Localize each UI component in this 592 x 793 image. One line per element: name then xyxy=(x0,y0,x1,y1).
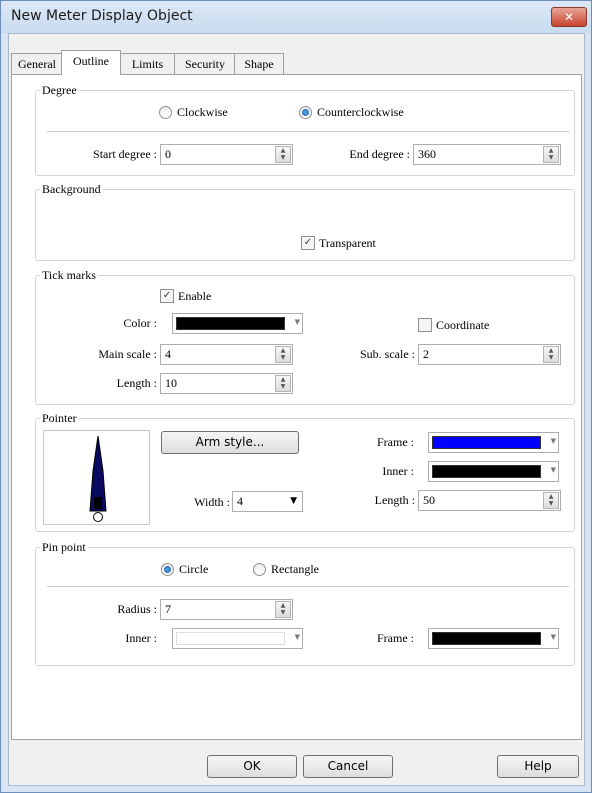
coordinate-label: Coordinate xyxy=(436,318,490,332)
chevron-down-icon: ▼ xyxy=(550,633,556,641)
pointer-length-spinner-icon[interactable]: ▲ ▼ xyxy=(543,492,559,509)
tick-color-swatch xyxy=(176,317,285,330)
enable-checkbox[interactable]: ✓ xyxy=(160,289,174,303)
pointer-needle-icon xyxy=(89,435,107,522)
counterclockwise-radio[interactable] xyxy=(299,106,312,119)
dialog-window: New Meter Display Object ✕ General Outli… xyxy=(0,0,592,793)
pin-radius-input[interactable]: 7 ▲ ▼ xyxy=(160,599,293,620)
pointer-length-input[interactable]: 50 ▲ ▼ xyxy=(418,490,561,511)
pointer-inner-color-picker[interactable]: ▼ xyxy=(428,461,559,482)
help-button[interactable]: Help xyxy=(497,755,579,778)
background-group xyxy=(35,189,575,261)
chevron-down-icon: ▼ xyxy=(294,318,300,326)
rectangle-label: Rectangle xyxy=(271,562,319,576)
enable-label: Enable xyxy=(178,289,212,303)
tab-general[interactable]: General xyxy=(11,53,63,74)
end-degree-label: End degree : xyxy=(349,147,410,161)
start-degree-input[interactable]: 0 ▲ ▼ xyxy=(160,144,293,165)
pointer-frame-label: Frame : xyxy=(377,435,414,449)
main-scale-label: Main scale : xyxy=(98,347,157,361)
cancel-button[interactable]: Cancel xyxy=(303,755,393,778)
tick-color-label: Color : xyxy=(123,316,157,330)
tick-length-label: Length : xyxy=(116,376,157,390)
counterclockwise-label: Counterclockwise xyxy=(317,105,404,119)
pin-frame-color-swatch xyxy=(432,632,541,645)
outline-tab-page: Degree Clockwise Counterclockwise Start … xyxy=(11,74,582,740)
title-bar: New Meter Display Object ✕ xyxy=(1,1,591,33)
window-title: New Meter Display Object xyxy=(11,8,193,24)
arm-style-button[interactable]: Arm style... xyxy=(161,431,299,454)
pin-radius-label: Radius : xyxy=(117,602,157,616)
main-scale-input[interactable]: 4 ▲ ▼ xyxy=(160,344,293,365)
pin-inner-label: Inner : xyxy=(125,631,157,645)
tab-shape[interactable]: Shape xyxy=(234,53,284,74)
end-degree-spinner-icon[interactable]: ▲ ▼ xyxy=(543,146,559,163)
chevron-down-icon: ▼ xyxy=(550,466,556,474)
transparent-label: Transparent xyxy=(319,236,376,250)
tab-security[interactable]: Security xyxy=(174,53,236,74)
pointer-width-select[interactable]: 4 ▼ xyxy=(232,491,303,512)
degree-separator xyxy=(47,131,569,132)
dialog-client: General Outline Limits Security Shape De… xyxy=(8,33,585,786)
coordinate-checkbox[interactable] xyxy=(418,318,432,332)
pin-point-separator xyxy=(47,586,569,587)
ok-button[interactable]: OK xyxy=(207,755,297,778)
pointer-group-title: Pointer xyxy=(40,411,79,426)
circle-radio[interactable] xyxy=(161,563,174,576)
start-degree-label: Start degree : xyxy=(93,147,157,161)
pin-radius-spinner-icon[interactable]: ▲ ▼ xyxy=(275,601,291,618)
rectangle-radio[interactable] xyxy=(253,563,266,576)
pointer-length-label: Length : xyxy=(374,493,415,507)
transparent-checkbox[interactable]: ✓ xyxy=(301,236,315,250)
main-scale-spinner-icon[interactable]: ▲ ▼ xyxy=(275,346,291,363)
sub-scale-spinner-icon[interactable]: ▲ ▼ xyxy=(543,346,559,363)
circle-label: Circle xyxy=(179,562,209,576)
clockwise-radio[interactable] xyxy=(159,106,172,119)
tab-outline[interactable]: Outline xyxy=(61,50,121,75)
pin-frame-label: Frame : xyxy=(377,631,414,645)
pin-inner-color-swatch xyxy=(176,632,285,645)
pointer-frame-color-picker[interactable]: ▼ xyxy=(428,432,559,453)
tick-color-picker[interactable]: ▼ xyxy=(172,313,303,334)
close-button[interactable]: ✕ xyxy=(551,7,587,27)
clockwise-label: Clockwise xyxy=(177,105,228,119)
chevron-down-icon: ▼ xyxy=(294,633,300,641)
tick-length-spinner-icon[interactable]: ▲ ▼ xyxy=(275,375,291,392)
pointer-preview xyxy=(43,430,150,525)
pin-frame-color-picker[interactable]: ▼ xyxy=(428,628,559,649)
pointer-inner-color-swatch xyxy=(432,465,541,478)
chevron-down-icon: ▼ xyxy=(290,496,297,506)
chevron-down-icon: ▼ xyxy=(550,437,556,445)
tick-marks-group-title: Tick marks xyxy=(40,268,98,283)
tick-length-input[interactable]: 10 ▲ ▼ xyxy=(160,373,293,394)
sub-scale-label: Sub. scale : xyxy=(360,347,415,361)
pointer-width-label: Width : xyxy=(194,495,230,509)
tab-limits[interactable]: Limits xyxy=(119,53,176,74)
background-group-title: Background xyxy=(40,182,103,197)
pointer-frame-color-swatch xyxy=(432,436,541,449)
end-degree-input[interactable]: 360 ▲ ▼ xyxy=(413,144,561,165)
start-degree-spinner-icon[interactable]: ▲ ▼ xyxy=(275,146,291,163)
sub-scale-input[interactable]: 2 ▲ ▼ xyxy=(418,344,561,365)
degree-group-title: Degree xyxy=(40,83,79,98)
pin-inner-color-picker[interactable]: ▼ xyxy=(172,628,303,649)
pin-point-group-title: Pin point xyxy=(40,540,88,555)
pointer-inner-label: Inner : xyxy=(382,464,414,478)
